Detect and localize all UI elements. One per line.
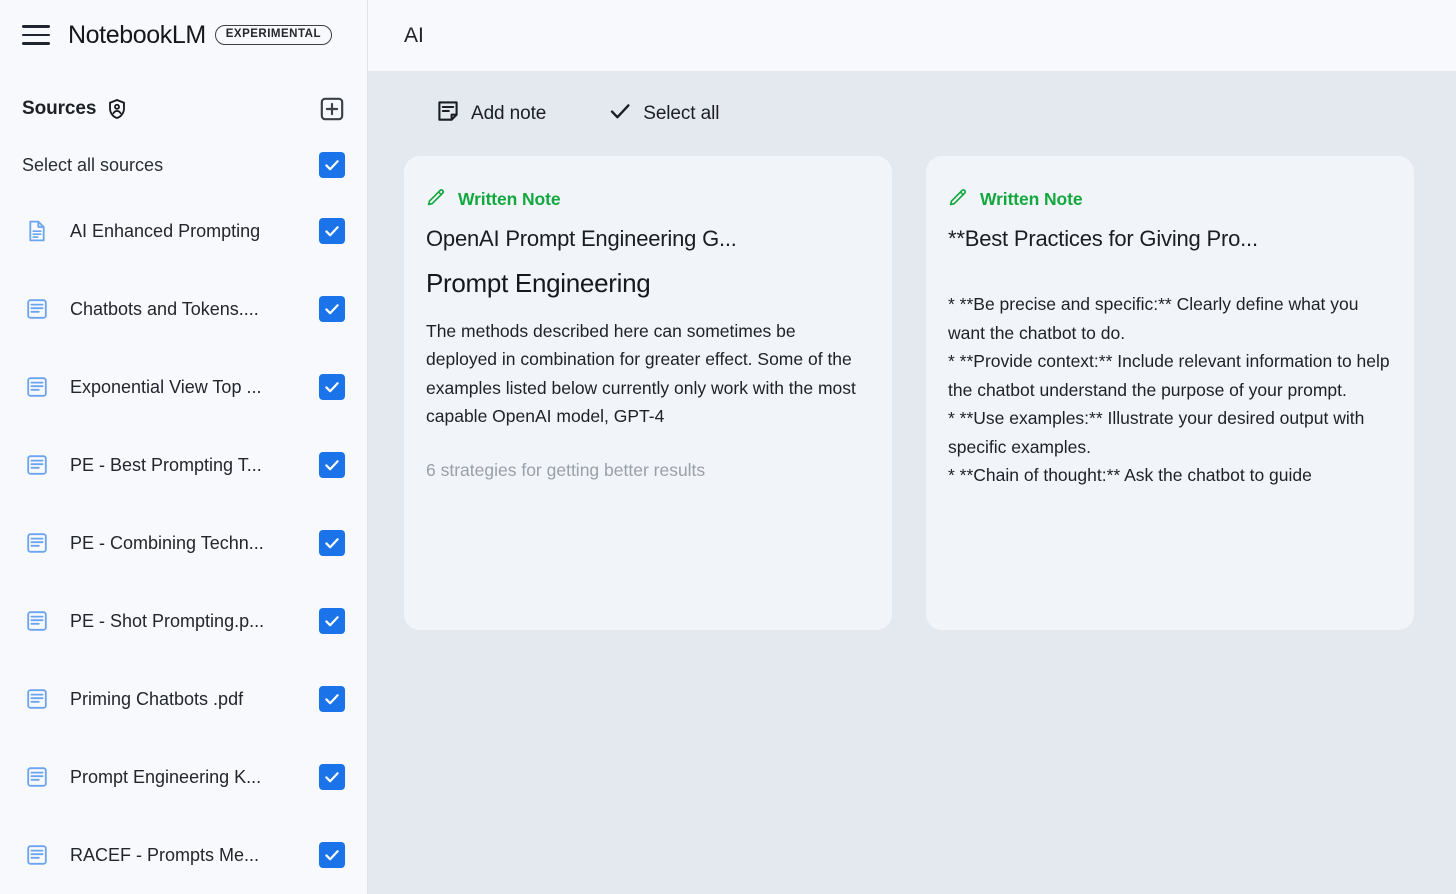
note-body: The methods described here can sometimes… <box>426 321 861 427</box>
add-box-icon[interactable] <box>319 96 345 122</box>
note-heading: Prompt Engineering <box>426 268 651 298</box>
sources-title: Sources <box>22 98 97 119</box>
source-item-label: PE - Best Prompting T... <box>70 454 262 475</box>
source-item-checkbox[interactable] <box>319 530 345 556</box>
source-item-exponential-view[interactable]: Exponential View Top ... <box>0 348 367 426</box>
note-fade-overlay <box>404 500 892 630</box>
source-item-label: Priming Chatbots .pdf <box>70 688 244 709</box>
source-item-pe-best-prompting[interactable]: PE - Best Prompting T... <box>0 426 367 504</box>
brand-bar: NotebookLM EXPERIMENTAL <box>0 0 367 70</box>
sources-header: Sources <box>0 70 367 122</box>
note-card[interactable]: Written Note **Best Practices for Giving… <box>926 156 1414 630</box>
source-item-ai-enhanced-prompting[interactable]: AI Enhanced Prompting <box>0 192 367 270</box>
article-lines-icon <box>22 531 52 555</box>
top-bar: AI <box>368 0 1456 72</box>
source-item-chatbots-and-tokens[interactable]: Chatbots and Tokens.... <box>0 270 367 348</box>
notebooklm-app: NotebookLM EXPERIMENTAL Sources Select a… <box>0 0 1456 894</box>
source-item-prompt-engineering-k[interactable]: Prompt Engineering K... <box>0 738 367 816</box>
notes-area: Add note Select all Written Note OpenAI … <box>368 72 1456 894</box>
sidebar: NotebookLM EXPERIMENTAL Sources Select a… <box>0 0 368 894</box>
add-note-label: Add note <box>471 103 547 124</box>
note-card[interactable]: Written Note OpenAI Prompt Engineering G… <box>404 156 892 630</box>
source-item-pe-shot-prompting[interactable]: PE - Shot Prompting.p... <box>0 582 367 660</box>
source-item-checkbox[interactable] <box>319 764 345 790</box>
account-shield-icon <box>106 98 128 120</box>
source-item-checkbox[interactable] <box>319 374 345 400</box>
source-item-checkbox[interactable] <box>319 608 345 634</box>
note-body: * **Be precise and specific:** Clearly d… <box>948 294 1390 486</box>
select-all-sources-checkbox[interactable] <box>319 152 345 178</box>
source-item-label: PE - Combining Techn... <box>70 532 264 553</box>
source-item-label: Prompt Engineering K... <box>70 766 262 787</box>
note-add-icon <box>436 99 460 129</box>
hamburger-menu-icon[interactable] <box>22 25 50 45</box>
article-lines-icon <box>22 687 52 711</box>
select-all-notes-label: Select all <box>643 103 720 124</box>
note-type-label: Written Note <box>458 188 561 209</box>
source-item-label: Chatbots and Tokens.... <box>70 298 259 319</box>
article-lines-icon <box>22 453 52 477</box>
source-item-racef-prompts[interactable]: RACEF - Prompts Me... <box>0 816 367 894</box>
main-panel: AI Add note Select all Written Note Open… <box>368 0 1456 894</box>
source-item-checkbox[interactable] <box>319 842 345 868</box>
source-item-checkbox[interactable] <box>319 452 345 478</box>
source-item-priming-chatbots[interactable]: Priming Chatbots .pdf <box>0 660 367 738</box>
note-type: Written Note <box>948 186 1390 212</box>
pencil-icon <box>948 186 969 212</box>
note-spacer <box>948 256 1390 290</box>
note-title: OpenAI Prompt Engineering G... <box>426 226 737 251</box>
select-all-sources-row[interactable]: Select all sources <box>0 122 367 178</box>
note-type-label: Written Note <box>980 188 1083 209</box>
checkmark-icon <box>608 99 632 129</box>
experimental-badge: EXPERIMENTAL <box>214 24 332 46</box>
source-item-label: PE - Shot Prompting.p... <box>70 610 265 631</box>
source-item-label: AI Enhanced Prompting <box>70 220 261 241</box>
notes-toolbar: Add note Select all <box>404 72 1420 156</box>
article-lines-icon <box>22 843 52 867</box>
source-item-label: Exponential View Top ... <box>70 376 262 397</box>
select-all-sources-label: Select all sources <box>22 154 164 175</box>
note-title: **Best Practices for Giving Pro... <box>948 226 1258 251</box>
source-item-checkbox[interactable] <box>319 686 345 712</box>
brand: NotebookLM EXPERIMENTAL <box>68 21 332 50</box>
notebook-title[interactable]: AI <box>404 24 424 48</box>
article-lines-icon <box>22 765 52 789</box>
note-body-faded: 6 strategies for getting better results <box>426 460 706 481</box>
source-item-label: RACEF - Prompts Me... <box>70 844 260 865</box>
pencil-icon <box>426 186 447 212</box>
add-note-button[interactable]: Add note <box>436 99 546 129</box>
article-lines-icon <box>22 609 52 633</box>
note-card-list: Written Note OpenAI Prompt Engineering G… <box>404 156 1420 630</box>
brand-name: NotebookLM <box>68 20 206 49</box>
source-list: AI Enhanced Prompting Chatbots and Token… <box>0 178 367 894</box>
note-fade-overlay <box>926 500 1414 630</box>
select-all-notes-button[interactable]: Select all <box>608 99 719 129</box>
article-lines-icon <box>22 375 52 399</box>
source-item-pe-combining-techniques[interactable]: PE - Combining Techn... <box>0 504 367 582</box>
note-type: Written Note <box>426 186 868 212</box>
source-item-checkbox[interactable] <box>319 218 345 244</box>
article-lines-icon <box>22 297 52 321</box>
source-item-checkbox[interactable] <box>319 296 345 322</box>
document-page-icon <box>22 219 52 243</box>
